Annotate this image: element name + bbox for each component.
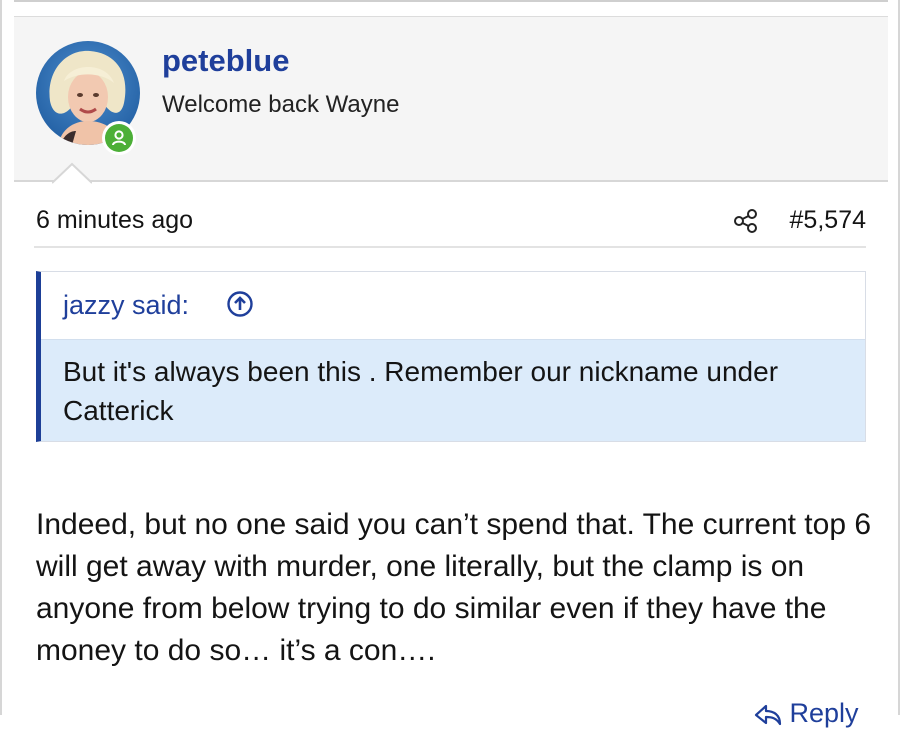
- post-user-header: peteblue Welcome back Wayne: [14, 16, 888, 182]
- post-message: Indeed, but no one said you can’t spend …: [36, 508, 872, 667]
- user-online-icon: [105, 124, 133, 152]
- header-pointer-arrow: [52, 162, 92, 184]
- quote-header: jazzy said:: [41, 272, 865, 339]
- username-link[interactable]: peteblue: [162, 43, 289, 79]
- online-status-badge: [102, 121, 136, 155]
- quote-text: But it's always been this . Remember our…: [63, 356, 779, 426]
- quote-body: But it's always been this . Remember our…: [41, 339, 865, 441]
- quote-block: jazzy said: But it's always been this . …: [36, 271, 866, 442]
- post-number-link[interactable]: #5,574: [790, 206, 866, 235]
- frame-left-border: [0, 0, 2, 715]
- quote-attribution[interactable]: jazzy said:: [63, 290, 189, 321]
- reply-icon: [754, 698, 790, 728]
- reply-label: Reply: [789, 698, 859, 728]
- user-title: Welcome back Wayne: [162, 91, 400, 118]
- share-icon[interactable]: [733, 208, 759, 234]
- previous-post-divider: [14, 0, 888, 2]
- meta-divider: [34, 246, 866, 248]
- reply-button[interactable]: Reply: [754, 698, 859, 728]
- arrow-up-circle-icon[interactable]: [226, 290, 254, 318]
- post-timestamp[interactable]: 6 minutes ago: [36, 206, 193, 235]
- post-meta-row: 6 minutes ago #5,574: [36, 204, 866, 240]
